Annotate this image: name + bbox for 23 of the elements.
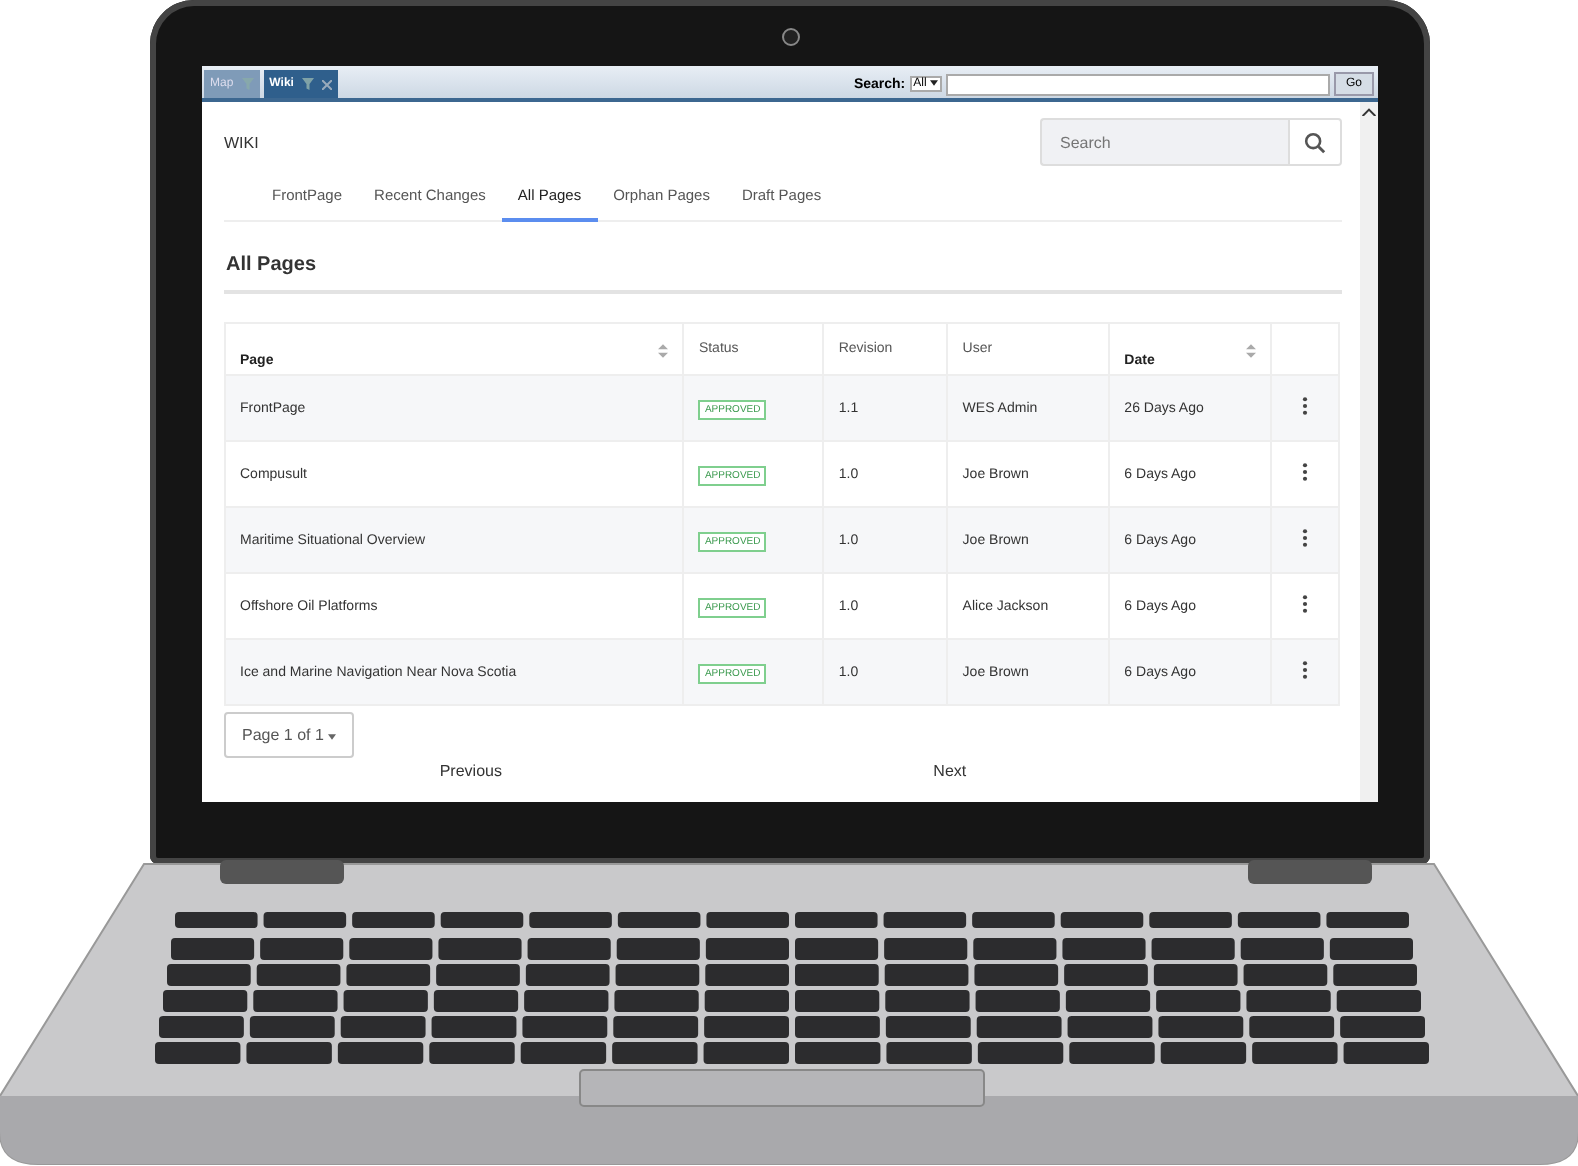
more-options-icon[interactable]	[1302, 462, 1308, 482]
wiki-title: WIKI	[224, 134, 259, 152]
scroll-up-icon[interactable]	[1362, 108, 1376, 116]
sort-icon	[1246, 344, 1257, 358]
scrollbar[interactable]	[1360, 102, 1378, 802]
sort-icon	[658, 344, 669, 358]
page-heading: All Pages	[224, 222, 1342, 294]
more-options-icon[interactable]	[1302, 396, 1308, 416]
search-input[interactable]	[945, 73, 1330, 95]
filter-icon	[301, 78, 314, 90]
caret-icon	[929, 80, 938, 86]
more-options-icon[interactable]	[1302, 594, 1308, 614]
search-icon	[1304, 131, 1326, 153]
search-field[interactable]: Search	[1040, 118, 1288, 166]
search-button[interactable]	[1288, 118, 1342, 166]
camera-icon	[782, 28, 800, 46]
caret-icon	[328, 734, 337, 740]
page-dropdown[interactable]: Page 1 of 1	[224, 712, 355, 758]
previous-link[interactable]: Previous	[439, 762, 502, 780]
next-link[interactable]: Next	[933, 762, 967, 780]
more-options-icon[interactable]	[1302, 528, 1308, 548]
close-icon[interactable]	[321, 79, 332, 89]
more-options-icon[interactable]	[1302, 660, 1308, 680]
